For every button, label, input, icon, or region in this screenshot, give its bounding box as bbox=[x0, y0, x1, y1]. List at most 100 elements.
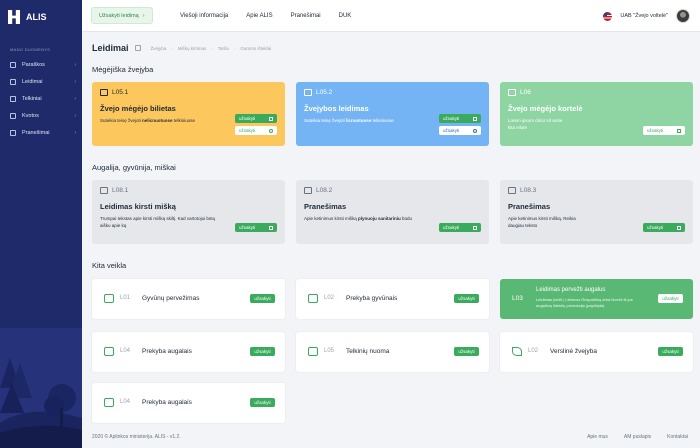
card-code-text: L05.1 bbox=[112, 89, 129, 96]
breadcrumb-item[interactable]: Miškų kirtimas bbox=[178, 46, 207, 51]
animal-transport-icon bbox=[104, 294, 114, 303]
quota-icon bbox=[10, 112, 16, 119]
order-button-label: užsakyti bbox=[443, 225, 460, 230]
lake-icon bbox=[308, 347, 318, 356]
breadcrumb-item[interactable]: Tarša bbox=[218, 46, 229, 51]
tile-l02[interactable]: L02 Prekyba gyvūnais užsakyti bbox=[296, 279, 489, 319]
app-logo[interactable]: ALIS bbox=[8, 10, 47, 24]
card-title: Žvejybos leidimas bbox=[304, 104, 369, 113]
sidebar-item-leidimai[interactable]: Leidimai › bbox=[0, 73, 82, 90]
order-button[interactable]: užsakyti bbox=[643, 223, 685, 232]
order-button[interactable]: užsakyti bbox=[439, 114, 481, 123]
tile-code: L01 bbox=[120, 295, 131, 301]
sidebar-item-pranesimai[interactable]: Pranešimai › bbox=[0, 124, 82, 141]
sidebar-item-label: Leidimai bbox=[22, 78, 43, 85]
sidebar-item-label: Pranešimai bbox=[22, 129, 50, 136]
card-title: Leidimas kirsti mišką bbox=[100, 202, 176, 211]
tile-code: L04 bbox=[120, 348, 131, 354]
sidebar-item-kvotos[interactable]: Kvotos › bbox=[0, 107, 82, 124]
order-button[interactable]: užsakyti bbox=[643, 126, 685, 135]
document-icon bbox=[10, 61, 16, 68]
breadcrumb-item[interactable]: Gamtos išteklai bbox=[240, 46, 271, 51]
order-button[interactable]: užsakyti bbox=[658, 294, 683, 303]
sidebar-item-label: Kvotos bbox=[22, 112, 39, 119]
card-code-text: L08.1 bbox=[112, 187, 129, 194]
water-icon bbox=[10, 95, 16, 102]
order-permit-label: Užsakyti leidimą bbox=[99, 12, 139, 19]
order-alt-button[interactable]: užsakyti bbox=[439, 126, 481, 135]
card-l08-1[interactable]: L08.1 Leidimas kirsti mišką Trumpai teks… bbox=[92, 180, 285, 244]
page-title: Leidimai bbox=[92, 43, 129, 53]
cart-icon bbox=[269, 225, 273, 230]
order-alt-button[interactable]: užsakyti bbox=[235, 126, 277, 135]
order-button[interactable]: užsakyti bbox=[235, 114, 277, 123]
tile-l03[interactable]: L03 Leidimas pervežti augalus Leidimas į… bbox=[500, 279, 693, 319]
order-button[interactable]: užsakyti bbox=[250, 398, 275, 407]
card-l05-2[interactable]: L05.2 Žvejybos leidimas Suteikia teisę ž… bbox=[296, 82, 489, 146]
card-desc-text: būdu bbox=[400, 216, 413, 221]
order-button[interactable]: užsakyti bbox=[454, 294, 479, 303]
footer-link-ministry[interactable]: AM puslapis bbox=[624, 434, 651, 440]
order-button[interactable]: užsakyti bbox=[658, 347, 683, 356]
card-l06[interactable]: L06 Žvejo mėgėjo kortelė Lorem ipsum dol… bbox=[500, 82, 693, 146]
forest-illustration bbox=[0, 328, 82, 448]
card-code: L08.3 bbox=[508, 187, 536, 194]
order-button[interactable]: užsakyti bbox=[250, 294, 275, 303]
card-code: L05.2 bbox=[304, 89, 332, 96]
order-button-label: užsakyti bbox=[239, 128, 256, 133]
card-l08-2[interactable]: L08.2 Pranešimas Apie ketinimus kirsti m… bbox=[296, 180, 489, 244]
user-area: UAB "Žvejo voltelė" bbox=[603, 0, 690, 32]
order-button[interactable]: užsakyti bbox=[439, 223, 481, 232]
tile-l04-second[interactable]: L04 Prekyba augalais užsakyti bbox=[92, 383, 285, 423]
fish-hook-icon bbox=[100, 89, 108, 96]
card-description: Apie ketinimus kirsti mišką. Reikia daug… bbox=[508, 216, 576, 228]
order-button-label: užsakyti bbox=[239, 225, 256, 230]
cart-icon bbox=[473, 225, 477, 230]
nav-faq[interactable]: DUK bbox=[339, 13, 352, 19]
tile-code: L05 bbox=[324, 348, 335, 354]
section-title-other: Kita veikla bbox=[92, 261, 127, 270]
leaf-icon bbox=[512, 347, 522, 356]
tile-l05[interactable]: L05 Telkinių nuoma užsakyti bbox=[296, 332, 489, 372]
card-l08-3[interactable]: L08.3 Pranešimas Apie ketinimus kirsti m… bbox=[500, 180, 693, 244]
user-name[interactable]: UAB "Žvejo voltelė" bbox=[620, 13, 668, 19]
card-code-text: L06 bbox=[520, 89, 531, 96]
nav-notifications[interactable]: Pranešimai bbox=[291, 13, 321, 19]
tile-l01[interactable]: L01 Gyvūnų pervežimas užsakyti bbox=[92, 279, 285, 319]
tile-code: L04 bbox=[120, 399, 131, 405]
sidebar-item-paraskos[interactable]: Paraškos › bbox=[0, 56, 82, 73]
card-desc-text: Suteikia teisę žvejoti bbox=[100, 118, 143, 123]
order-button-label: užsakyti bbox=[443, 116, 460, 121]
card-l05-1[interactable]: L05.1 Žvejo mėgėjo bilietas Suteikia tei… bbox=[92, 82, 285, 146]
avatar[interactable] bbox=[676, 9, 690, 23]
tile-l04[interactable]: L04 Prekyba augalais užsakyti bbox=[92, 332, 285, 372]
footer: 2020 © Aplinkos ministerija. ALIS - v1.2… bbox=[82, 430, 700, 448]
tile-name: Prekyba augalais bbox=[142, 399, 192, 406]
sidebar-item-label: Telkiniai bbox=[22, 95, 42, 102]
nav-public-info[interactable]: Viešoji informacija bbox=[180, 13, 228, 19]
logo-mark bbox=[8, 10, 20, 24]
card-title: Žvejo mėgėjo kortelė bbox=[508, 104, 583, 113]
card-code: L06 bbox=[508, 89, 531, 96]
breadcrumb-item[interactable]: Žvejyba bbox=[151, 46, 167, 51]
nav-about[interactable]: Apie ALIS bbox=[246, 13, 272, 19]
plant-icon bbox=[104, 347, 114, 356]
chevron-right-icon: › bbox=[74, 95, 76, 102]
tile-l02-commercial[interactable]: L02 Verslinė žvejyba užsakyti bbox=[500, 332, 693, 372]
order-button[interactable]: užsakyti bbox=[454, 347, 479, 356]
copyright: 2020 © Aplinkos ministerija. ALIS - v1.2… bbox=[92, 434, 181, 440]
card-desc-text: Apie ketinimus kirsti mišką bbox=[304, 216, 359, 221]
cart-icon bbox=[473, 116, 477, 121]
order-button[interactable]: užsakyti bbox=[235, 223, 277, 232]
footer-link-about[interactable]: Apie mus bbox=[587, 434, 608, 440]
cart-icon bbox=[677, 128, 681, 133]
order-button[interactable]: užsakyti bbox=[250, 347, 275, 356]
sidebar-item-telkiniai[interactable]: Telkiniai › bbox=[0, 90, 82, 107]
tile-name: Telkinių nuoma bbox=[346, 348, 390, 355]
footer-link-contacts[interactable]: Kontaktai bbox=[667, 434, 688, 440]
info-icon[interactable] bbox=[134, 45, 141, 51]
order-permit-button[interactable]: Užsakyti leidimą › bbox=[91, 7, 153, 24]
page-header: Leidimai Žvejyba · Miškų kirtimas · Tarša ·… bbox=[92, 43, 271, 53]
language-flag-icon[interactable] bbox=[603, 11, 613, 21]
card-title: Žvejo mėgėjo bilietas bbox=[100, 104, 176, 113]
